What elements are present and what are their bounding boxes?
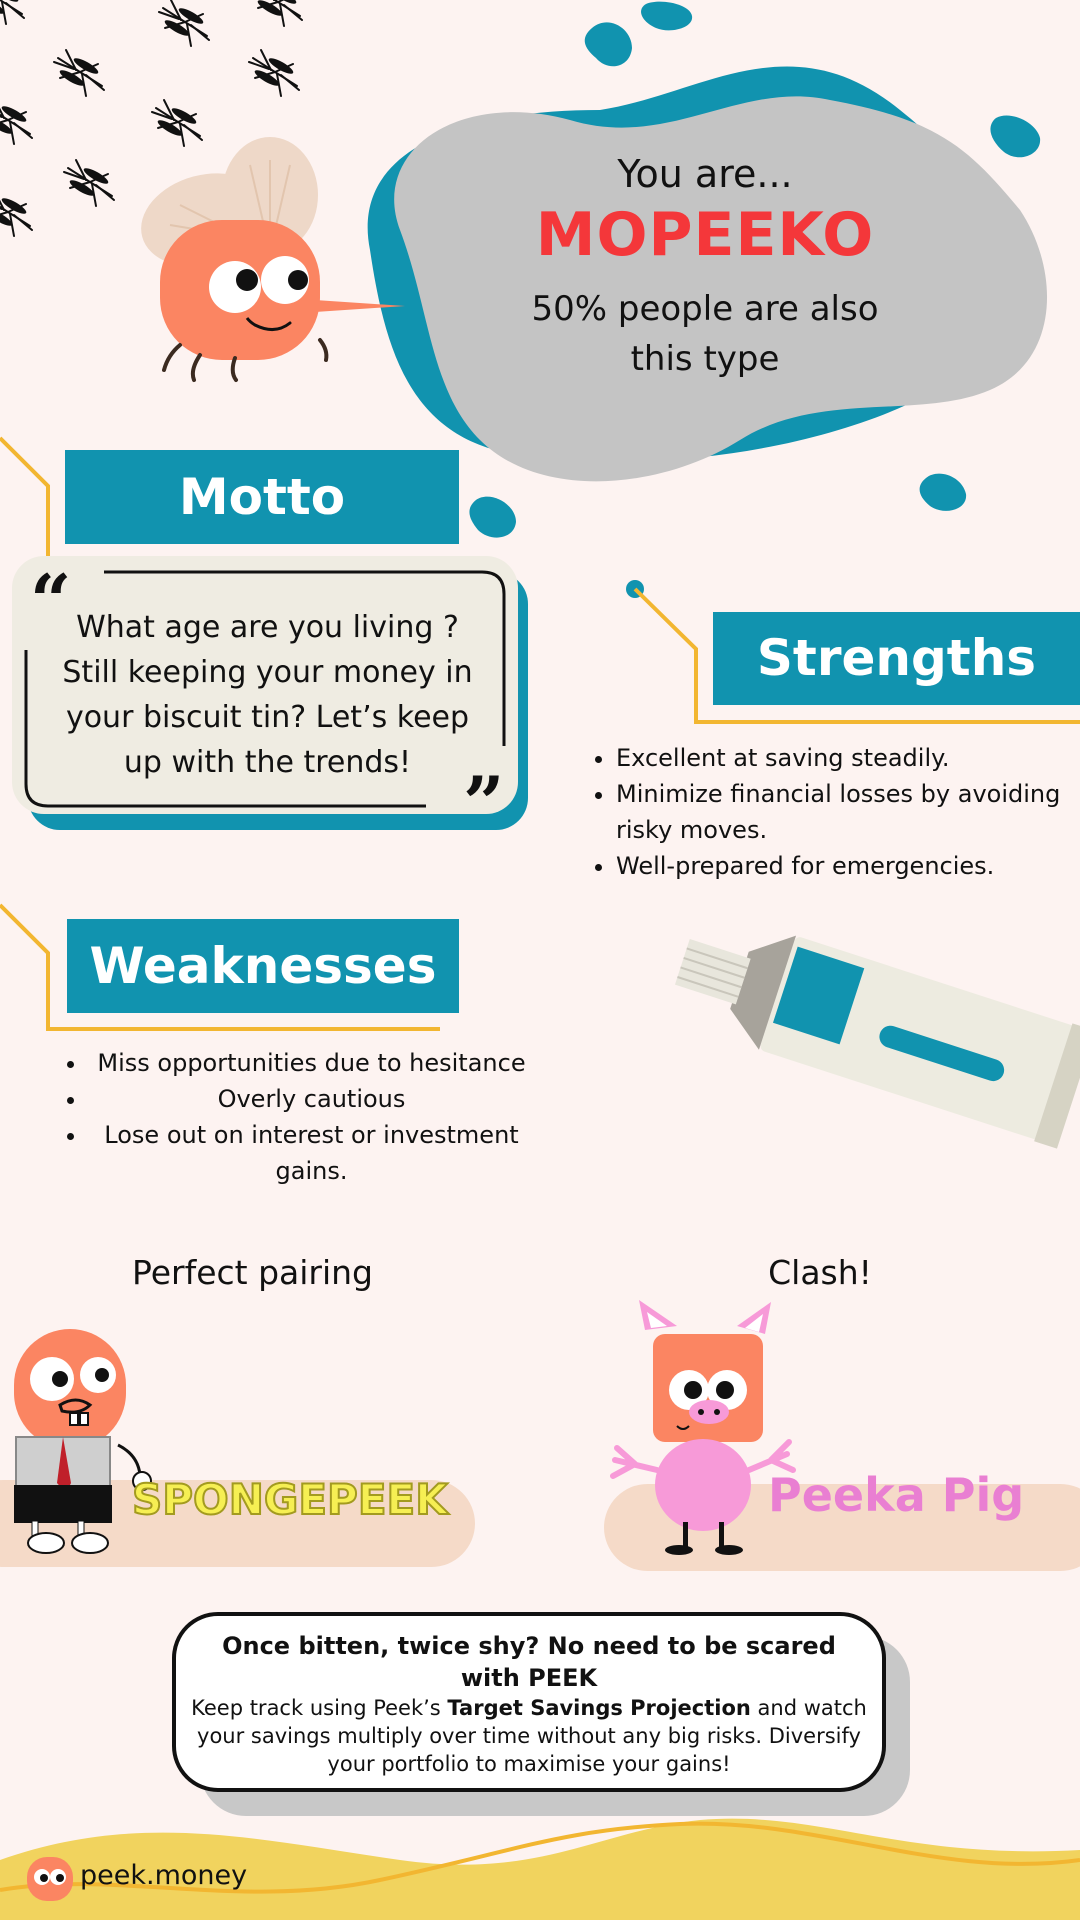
hero-result: You are... MOPEEKO 50% people are also t… <box>470 150 940 384</box>
peeka-pig-name: Peeka Pig <box>768 1468 1025 1522</box>
spongepeek-name: SPONGEPEEK <box>131 1474 449 1525</box>
infographic-page: You are... MOPEEKO 50% people are also t… <box>0 0 1080 1920</box>
quote-open-icon: “ <box>30 558 71 643</box>
cta-body: Keep track using Peek’s Target Savings P… <box>176 1694 882 1778</box>
cta-box: Once bitten, twice shy? No need to be sc… <box>172 1612 886 1792</box>
motto-quote: What age are you living ? Still keeping … <box>50 605 485 785</box>
cta-title: Once bitten, twice shy? No need to be sc… <box>222 1632 836 1692</box>
list-item: Lose out on interest or investment gains… <box>88 1117 535 1189</box>
strengths-heading: Strengths <box>713 612 1080 705</box>
hero-intro: You are... <box>617 152 793 196</box>
toothpaste-tube-icon <box>674 935 1080 1149</box>
brand-name: peek.money <box>80 1860 248 1891</box>
list-item: Excellent at saving steadily. <box>616 740 1080 776</box>
mosquito-icon <box>0 0 25 25</box>
motto-quote-line: What age are you living ? <box>76 610 459 645</box>
weaknesses-list: Miss opportunities due to hesitance Over… <box>60 1045 535 1189</box>
list-item: Miss opportunities due to hesitance <box>88 1045 535 1081</box>
clash-heading: Clash! <box>768 1253 872 1292</box>
mopeeko-mascot <box>141 137 405 382</box>
cta-body-text: Keep track using Peek’s <box>191 1696 448 1720</box>
type-percentage-line2: this type <box>630 339 780 379</box>
motto-heading: Motto <box>65 450 459 544</box>
list-item: Well-prepared for emergencies. <box>616 848 1080 884</box>
type-percentage-line1: 50% people are also <box>531 289 879 329</box>
motto-quote-line: Still keeping your money in <box>62 655 473 690</box>
personality-type: MOPEEKO <box>535 200 875 270</box>
strengths-list: Excellent at saving steadily. Minimize f… <box>588 740 1080 884</box>
peek-logo-icon <box>27 1857 73 1901</box>
list-item: Overly cautious <box>88 1081 535 1117</box>
perfect-pairing-heading: Perfect pairing <box>131 1253 374 1292</box>
list-item: Minimize financial losses by avoiding ri… <box>616 776 1080 848</box>
weaknesses-heading: Weaknesses <box>67 919 459 1013</box>
motto-quote-line: up with the trends! <box>123 745 412 780</box>
cta-feature-name: Target Savings Projection <box>447 1696 751 1720</box>
motto-quote-line: your biscuit tin? Let’s keep <box>65 700 470 735</box>
type-percentage: 50% people are also this type <box>470 284 940 384</box>
peeka-pig-character <box>610 1300 796 1555</box>
